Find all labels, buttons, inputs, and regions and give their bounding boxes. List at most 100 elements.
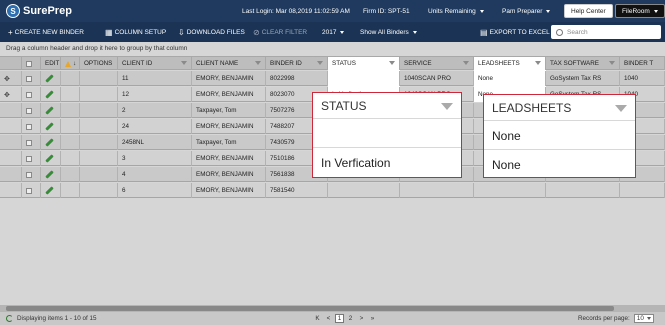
- cell-client-name: EMORY, BENJAMIN: [192, 119, 266, 134]
- row-select-cell: [22, 103, 41, 118]
- page-2-button[interactable]: 2: [346, 314, 355, 323]
- row-expand-cell: ✥: [0, 71, 22, 86]
- filter-icon[interactable]: [389, 61, 395, 65]
- header-binder-type[interactable]: BINDER T: [620, 57, 665, 70]
- pencil-icon[interactable]: [45, 170, 54, 179]
- row-checkbox[interactable]: [26, 187, 32, 194]
- prev-page-button[interactable]: <: [324, 314, 333, 323]
- user-menu[interactable]: Pam Preparer: [502, 0, 551, 22]
- header-status[interactable]: STATUS: [328, 57, 400, 70]
- select-all-checkbox[interactable]: [26, 60, 32, 67]
- search-placeholder: Search: [567, 28, 588, 36]
- row-checkbox[interactable]: [26, 171, 32, 178]
- pencil-icon[interactable]: [45, 106, 54, 115]
- cell-client-id: 24: [118, 119, 192, 134]
- sureprep-logo[interactable]: S SurePrep: [6, 4, 72, 18]
- header-client-id[interactable]: CLIENT ID: [118, 57, 192, 70]
- column-setup-button[interactable]: ▦ COLUMN SETUP: [105, 22, 166, 42]
- pencil-icon[interactable]: [45, 74, 54, 83]
- row-checkbox[interactable]: [26, 155, 32, 162]
- search-input[interactable]: Search: [551, 25, 661, 39]
- pencil-icon[interactable]: [45, 186, 54, 195]
- horizontal-scrollbar[interactable]: [0, 305, 665, 312]
- toolbar: + CREATE NEW BINDER ▦ COLUMN SETUP ⇩ DOWNLO…: [0, 22, 665, 42]
- create-binder-button[interactable]: + CREATE NEW BINDER: [8, 22, 84, 42]
- filter-icon[interactable]: [535, 61, 541, 65]
- row-select-cell: [22, 87, 41, 102]
- row-select-cell: [22, 71, 41, 86]
- sort-arrow-icon: ↓: [73, 60, 77, 67]
- header-client-name[interactable]: CLIENT NAME: [192, 57, 266, 70]
- clear-filter-button[interactable]: ⊘ CLEAR FILTER: [253, 22, 307, 42]
- cell-client-id: 3: [118, 151, 192, 166]
- row-edit-cell: [41, 135, 61, 150]
- header-expand-col: [0, 57, 22, 70]
- filter-icon[interactable]: [181, 61, 187, 65]
- filter-icon: [615, 105, 627, 112]
- pencil-icon[interactable]: [45, 90, 54, 99]
- year-select[interactable]: 2017: [322, 22, 345, 42]
- header-leadsheets[interactable]: LEADSHEETS: [474, 57, 546, 70]
- cell-binder-id: 7581540: [266, 183, 328, 198]
- grid-footer: Displaying items 1 - 10 of 15 K < 1 2 > …: [0, 312, 665, 325]
- table-row[interactable]: 6 EMORY, BENJAMIN 7581540: [0, 183, 665, 198]
- page-size-select[interactable]: 10: [633, 314, 654, 323]
- row-checkbox[interactable]: [26, 139, 32, 146]
- refresh-icon[interactable]: [6, 315, 13, 322]
- row-empty-cell: [80, 103, 118, 118]
- cell-binder-type: 1040: [620, 71, 665, 86]
- header-select-all[interactable]: [22, 57, 41, 70]
- row-select-cell: [22, 151, 41, 166]
- cell-client-name: Taxpayer, Tom: [192, 135, 266, 150]
- move-icon[interactable]: ✥: [4, 75, 10, 83]
- row-checkbox[interactable]: [26, 75, 32, 82]
- pencil-icon[interactable]: [45, 138, 54, 147]
- row-empty-cell: [80, 135, 118, 150]
- chevron-down-icon: [340, 30, 345, 34]
- last-page-button[interactable]: »: [368, 314, 377, 323]
- filter-icon[interactable]: [463, 61, 469, 65]
- cell-client-id: 11: [118, 71, 192, 86]
- row-checkbox[interactable]: [26, 107, 32, 114]
- first-page-button[interactable]: K: [313, 314, 322, 323]
- cell-client-id: 2: [118, 103, 192, 118]
- row-select-cell: [22, 119, 41, 134]
- row-empty-cell: [61, 135, 80, 150]
- table-row[interactable]: ✥ 11 EMORY, BENJAMIN 8022998 1040SCAN PRO Non…: [0, 71, 665, 86]
- help-center-button[interactable]: Help Center: [564, 4, 613, 18]
- filter-icon[interactable]: [255, 61, 261, 65]
- filter-icon[interactable]: [609, 61, 615, 65]
- export-label: EXPORT TO EXCEL: [489, 28, 550, 36]
- page-1-button[interactable]: 1: [335, 314, 344, 323]
- header-service[interactable]: SERVICE: [400, 57, 474, 70]
- move-icon[interactable]: ✥: [4, 91, 10, 99]
- row-checkbox[interactable]: [26, 91, 32, 98]
- scrollbar-thumb[interactable]: [6, 306, 614, 311]
- units-remaining-menu[interactable]: Units Remaining: [428, 0, 484, 22]
- pencil-icon[interactable]: [45, 122, 54, 131]
- fileroom-label: FileRoom: [622, 7, 650, 15]
- binder-filter-select[interactable]: Show All Binders: [360, 22, 417, 42]
- pencil-icon[interactable]: [45, 154, 54, 163]
- last-login: Last Login: Mar 08,2019 11:02:59 AM: [242, 7, 350, 15]
- displaying-text: Displaying items 1 - 10 of 15: [17, 315, 97, 322]
- download-files-button[interactable]: ⇩ DOWNLOAD FILES: [178, 22, 245, 42]
- cell-tax-software: [546, 183, 620, 198]
- chevron-down-icon: [412, 30, 417, 34]
- export-excel-button[interactable]: ▤ EXPORT TO EXCEL: [480, 22, 550, 42]
- header-binder-id[interactable]: BINDER ID: [266, 57, 328, 70]
- filter-icon[interactable]: [317, 61, 323, 65]
- header-warning[interactable]: ↓: [61, 57, 80, 70]
- row-select-cell: [22, 167, 41, 182]
- row-empty-cell: [61, 167, 80, 182]
- callout-leadsheets-title: LEADSHEETS: [492, 100, 572, 115]
- page-size-value: 10: [636, 315, 644, 322]
- header-tax-software[interactable]: TAX SOFTWARE: [546, 57, 620, 70]
- row-empty-cell: [61, 71, 80, 86]
- row-edit-cell: [41, 183, 61, 198]
- callout-status-row-1: [313, 120, 461, 148]
- fileroom-menu[interactable]: FileRoom: [615, 4, 665, 18]
- row-checkbox[interactable]: [26, 123, 32, 130]
- row-expand-cell: [0, 135, 22, 150]
- next-page-button[interactable]: >: [357, 314, 366, 323]
